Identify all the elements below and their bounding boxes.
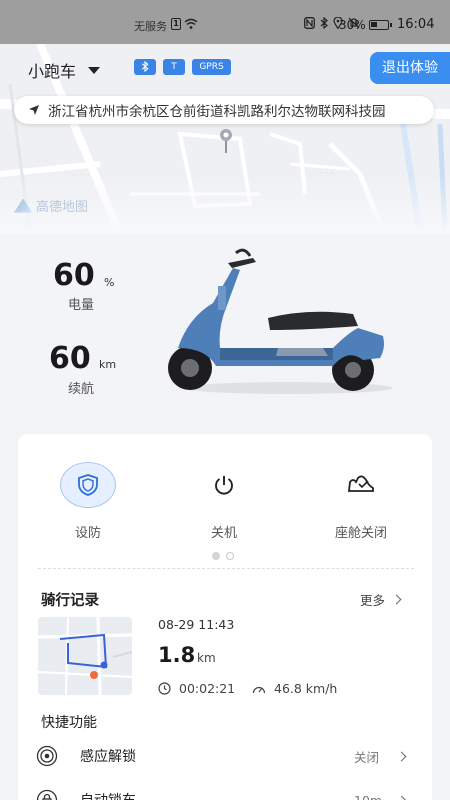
power-icon [215, 476, 233, 495]
quick-item-label: 自动锁车 [80, 790, 136, 800]
status-bar: 无服务 1 30% 16:04 [0, 0, 450, 44]
map-watermark: 高德地图 [14, 196, 88, 215]
page-dot [226, 552, 234, 560]
proximity-unlock-icon [36, 745, 58, 767]
quick-item-proximity-unlock[interactable]: 感应解锁 关闭 [36, 740, 416, 772]
ride-speed-value: 46.8 km/h [274, 681, 338, 696]
caret-down-icon [88, 66, 101, 74]
clock-icon [158, 682, 171, 695]
ride-map-thumbnail[interactable] [38, 617, 132, 695]
address-text: 浙江省杭州市余杭区仓前街道科凯路利尔达物联网科技园 [48, 104, 386, 120]
range-unit: km [99, 358, 117, 371]
ride-duration-value: 00:02:21 [179, 681, 236, 696]
more-link[interactable]: 更多 [360, 590, 402, 609]
map-pin-icon [220, 129, 232, 153]
power-icon-wrap [196, 462, 252, 508]
arm-icon-wrap [60, 462, 116, 508]
battery-value: 60 [53, 258, 95, 293]
quick-item-label: 感应解锁 [80, 749, 136, 765]
carrier-label: 无服务 [134, 20, 167, 33]
power-label: 关机 [210, 526, 237, 541]
ride-route-map [38, 617, 132, 695]
chevron-right-icon [391, 594, 402, 605]
battery-percent: 30% [339, 18, 366, 32]
speedometer-icon [252, 686, 266, 693]
ride-duration: 00:02:21 [158, 681, 235, 696]
bluetooth-badge [134, 59, 156, 75]
ride-distance-unit: km [197, 651, 216, 665]
quick-item-state: 关闭 [354, 749, 380, 765]
scooter-image [168, 248, 393, 394]
ride-records-title: 骑行记录 [41, 593, 99, 609]
chevron-right-icon [396, 751, 407, 761]
power-control[interactable]: 关机 [169, 462, 279, 541]
page-dot-active [212, 552, 220, 560]
battery-icon [369, 20, 392, 30]
wifi-icon [184, 18, 198, 33]
seat-icon [347, 475, 374, 492]
sim-icon: 1 [171, 18, 181, 30]
bluetooth-icon [320, 17, 328, 29]
exit-trial-button[interactable]: 退出体验 [370, 52, 450, 84]
nfc-icon [304, 17, 315, 29]
quick-item-state: 10m [354, 792, 383, 800]
gprs-badge: GPRS [192, 59, 231, 75]
vehicle-name: 小跑车 [28, 62, 77, 81]
page-indicator [212, 552, 234, 560]
seat-label: 座舱关闭 [334, 526, 387, 541]
ride-datetime: 08-29 11:43 [158, 617, 235, 632]
amap-logo-icon [14, 198, 32, 213]
vehicle-selector[interactable]: 小跑车 [28, 58, 101, 82]
seat-icon-wrap [333, 462, 389, 508]
range-label: 续航 [68, 382, 95, 397]
more-label: 更多 [360, 593, 386, 608]
shield-icon [78, 474, 98, 496]
quick-functions-title: 快捷功能 [41, 715, 97, 731]
address-bar[interactable]: 浙江省杭州市余杭区仓前街道科凯路利尔达物联网科技园 [14, 96, 434, 124]
battery-unit: % [104, 276, 115, 289]
ride-speed: 46.8 km/h [252, 681, 337, 696]
t-badge: T [163, 59, 185, 75]
map-watermark-text: 高德地图 [36, 200, 89, 215]
auto-lock-icon [36, 789, 58, 800]
arm-control[interactable]: 设防 [33, 462, 143, 541]
arm-label: 设防 [74, 526, 101, 541]
divider [38, 568, 414, 569]
header: 小跑车 T GPRS 退出体验 [0, 52, 450, 88]
navigation-arrow-icon [29, 105, 39, 115]
seat-control[interactable]: 座舱关闭 [306, 462, 416, 541]
quick-item-auto-lock[interactable]: 自动锁车 10m [36, 784, 416, 800]
chevron-right-icon [396, 795, 407, 800]
ride-distance: 1.8 [158, 643, 196, 667]
clock: 16:04 [397, 17, 435, 32]
range-value: 60 [49, 341, 91, 376]
battery-label: 电量 [68, 298, 95, 313]
